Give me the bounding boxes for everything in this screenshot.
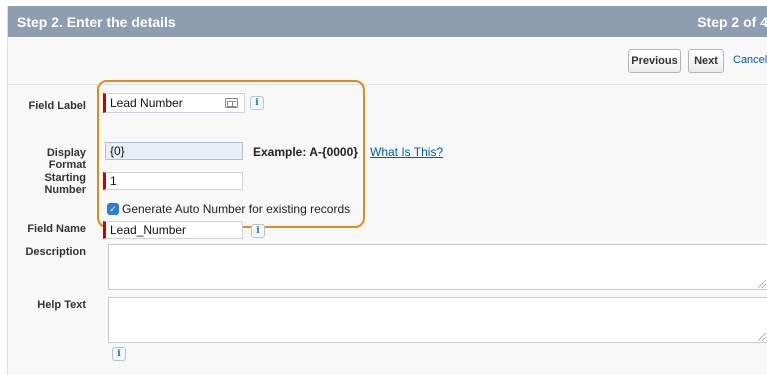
resize-grip-icon[interactable]: [758, 280, 766, 288]
highlight-ring: [97, 80, 365, 228]
previous-button[interactable]: Previous: [628, 49, 681, 73]
field-label-label: Field Label: [28, 100, 86, 112]
field-name-input[interactable]: Lead_Number: [103, 221, 243, 239]
cancel-link[interactable]: Cancel: [733, 54, 767, 66]
help-text-label: Help Text: [37, 299, 86, 311]
info-icon[interactable]: i: [112, 347, 126, 361]
page-header: Step 2. Enter the details Step 2 of 4: [8, 6, 767, 37]
info-icon[interactable]: i: [251, 224, 265, 238]
resize-grip-icon[interactable]: [758, 333, 766, 341]
what-is-this-link[interactable]: What Is This?: [370, 145, 443, 159]
help-text-textarea[interactable]: [108, 297, 767, 343]
button-bar: Previous Next Cancel: [8, 37, 767, 85]
display-format-label: Display Format: [46, 147, 86, 171]
page-title: Step 2. Enter the details: [17, 14, 176, 30]
description-textarea[interactable]: [108, 244, 767, 290]
description-label: Description: [25, 246, 86, 258]
starting-number-label: Starting Number: [44, 172, 86, 196]
next-button[interactable]: Next: [688, 49, 724, 73]
field-name-label: Field Name: [27, 223, 86, 235]
wizard-panel: Step 2. Enter the details Step 2 of 4 Pr…: [7, 6, 767, 375]
step-indicator: Step 2 of 4: [697, 14, 767, 30]
